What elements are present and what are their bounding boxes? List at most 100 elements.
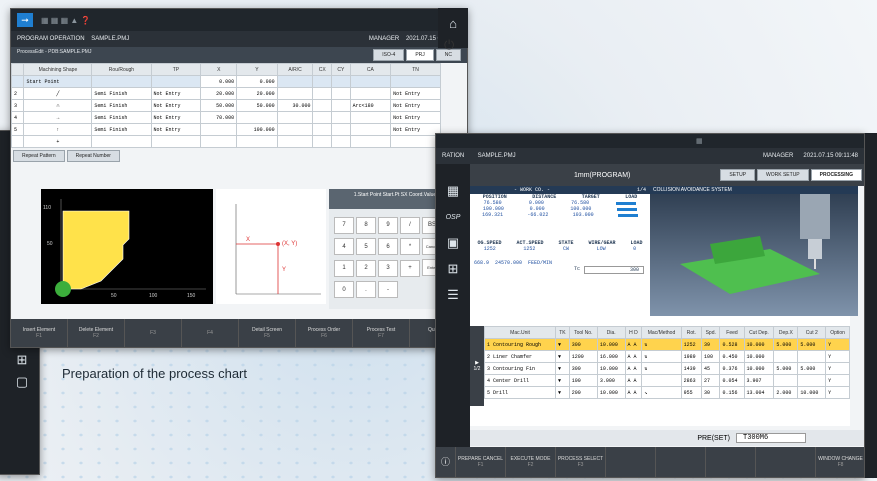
osp-icon[interactable]: OSP — [440, 206, 466, 228]
screen-icon[interactable]: ▦ — [440, 180, 466, 202]
pre-set-value[interactable]: T300M6 — [736, 433, 806, 443]
machine-3d-view — [680, 194, 830, 294]
row-x[interactable]: 70.000 — [200, 111, 238, 124]
list-icon[interactable]: ☰ — [440, 284, 466, 306]
line-icon: ╱ — [23, 87, 93, 100]
dist-value: -66.022 — [527, 212, 549, 218]
collision-avoidance-view: COLLISION AVOIDANCE SYSTEM — [650, 186, 858, 316]
table-row[interactable]: + — [11, 135, 441, 148]
plus-box-icon[interactable]: ⊞ — [9, 349, 35, 371]
table-row[interactable]: 4 Center Drill ▼ 100 3.000 A A 2863 27 0.054 3.9… — [483, 374, 850, 387]
window-change-button[interactable]: WINDOW CHANGE F8 — [816, 447, 864, 477]
y-tick-110: 110 — [43, 205, 51, 211]
add-screen-icon[interactable]: ⊞ — [440, 258, 466, 280]
key-1[interactable]: 1 — [334, 259, 354, 277]
col-method: Mac/Method — [641, 326, 682, 339]
row-arc[interactable]: 30.000 — [276, 99, 314, 112]
row-x[interactable] — [200, 123, 238, 136]
key-multiply[interactable]: * — [400, 238, 420, 255]
process-select-button[interactable]: PROCESS SELECT F3 — [556, 447, 606, 477]
key-dot[interactable]: . — [356, 281, 376, 298]
repeat-number-button[interactable]: Repeat Number — [66, 150, 120, 162]
key-0[interactable]: 0 — [334, 281, 354, 298]
key-3[interactable]: 3 — [378, 259, 398, 277]
table-row[interactable]: 2 ╱ Semi Finish Not Entry 20.000 20.000 … — [11, 87, 441, 100]
row-cy — [331, 75, 351, 88]
row-ca — [349, 123, 392, 136]
col-tool-no: Tool No. — [568, 326, 598, 339]
tab-iso[interactable]: ISO-4 — [373, 49, 405, 61]
process-test-button[interactable]: Process Test F7 — [353, 319, 410, 347]
screen-title: PROGRAM OPERATION — [17, 36, 85, 42]
vertical-line-icon: ↑ — [23, 123, 93, 136]
tab-prj[interactable]: PRJ — [406, 49, 434, 61]
col-y: Y — [236, 63, 278, 76]
key-divide[interactable]: / — [400, 216, 420, 234]
process-order-button[interactable]: Process Order F6 — [296, 319, 353, 347]
f6-button[interactable] — [706, 447, 756, 477]
tab-work-setup[interactable]: WORK SETUP — [757, 169, 809, 181]
x-tick-50: 50 — [111, 293, 117, 299]
tab-setup[interactable]: SETUP — [720, 169, 756, 181]
option-icon: Y — [825, 362, 850, 375]
process-bar: ProcessEdit - PDB:SAMPLE.PMJ ISO-4 PRJ N… — [11, 47, 467, 63]
method-icon: ⇅ — [641, 362, 682, 375]
row-y[interactable]: 20.000 — [236, 87, 278, 100]
f5-button[interactable] — [656, 447, 706, 477]
f7-button[interactable] — [756, 447, 816, 477]
add-icon[interactable]: + — [23, 135, 93, 148]
row-rough: Semi Finish — [91, 123, 152, 136]
table-row[interactable]: 5 ↑ Semi Finish Not Entry 100.000 Not En… — [11, 123, 441, 136]
row-y[interactable]: 100.000 — [236, 123, 278, 136]
detail-screen-button[interactable]: Detail Screen F5 — [239, 319, 296, 347]
key-4[interactable]: 4 — [334, 238, 354, 255]
table-row[interactable]: 1 Contouring Rough ▼ 300 10.000 A A ⇅ 1252 39 0.… — [483, 338, 850, 351]
info-icon[interactable]: ⓘ — [436, 447, 456, 477]
insert-element-button[interactable]: Insert Element F1 — [11, 319, 68, 347]
prepare-cancel-button[interactable]: PREPARE CANCEL F1 — [456, 447, 506, 477]
key-minus[interactable]: - — [378, 281, 398, 298]
state: CW — [562, 246, 569, 252]
key-plus[interactable]: + — [400, 259, 420, 277]
table-row[interactable]: 3 ∩ Semi Finish Not Entry 50.000 50.000 … — [11, 99, 441, 112]
wire-gear: LOW — [596, 246, 606, 252]
tool-icon[interactable]: ▣ — [440, 232, 466, 254]
key-8[interactable]: 8 — [356, 216, 376, 234]
repeat-pattern-button[interactable]: Repeat Pattern — [13, 150, 65, 162]
row-x[interactable]: 50.000 — [200, 99, 238, 112]
shape-svg — [55, 199, 206, 297]
tab-processing[interactable]: PROCESSING — [810, 169, 862, 181]
window-icon[interactable]: ▢ — [9, 371, 35, 393]
table-row[interactable]: 4 → Semi Finish Not Entry 70.000 Not Ent… — [11, 111, 441, 124]
key-2[interactable]: 2 — [356, 259, 376, 277]
program-name: 1mm(PROGRAM) — [574, 171, 631, 179]
execute-mode-button[interactable]: EXECUTE MODE F2 — [506, 447, 556, 477]
row-y[interactable] — [236, 111, 278, 124]
home-icon[interactable]: ⌂ — [440, 12, 466, 34]
key-9[interactable]: 9 — [378, 216, 398, 234]
delete-element-button[interactable]: Delete Element F2 — [68, 319, 125, 347]
row-x[interactable]: 0.000 — [200, 75, 238, 88]
process-table: Machining Shape Rou/Rough TP X Y A/R/C C… — [11, 63, 441, 148]
f4-button[interactable]: F4 — [182, 319, 239, 347]
power-icon[interactable]: ⏻ — [444, 37, 454, 53]
table-row[interactable]: 3 Contouring Fin ▼ 300 10.000 A A ⇅ 1439 45 0.37… — [483, 362, 850, 375]
f3-button[interactable]: F3 — [125, 319, 182, 347]
row-y[interactable]: 50.000 — [236, 99, 278, 112]
row-x[interactable]: 20.000 — [200, 87, 238, 100]
table-row[interactable]: 5 Drill ▼ 200 10.000 A A ↘ 955 30 0.156 13.004 2.0… — [483, 386, 850, 399]
key-6[interactable]: 6 — [378, 238, 398, 255]
exit-icon[interactable]: ➞ — [17, 13, 33, 27]
col-rough: Rou/Rough — [91, 63, 152, 76]
program-bar: 1mm(PROGRAM) SETUP WORK SETUP PROCESSING — [470, 164, 864, 186]
col-dep-x: Dep.X — [773, 326, 799, 339]
row-y[interactable]: 0.000 — [236, 75, 278, 88]
table-row[interactable]: Start Point 0.000 0.000 — [11, 75, 441, 88]
row-cy — [331, 87, 351, 100]
horizontal-line-icon: → — [23, 111, 93, 124]
key-7[interactable]: 7 — [334, 216, 354, 234]
table-row[interactable]: 2 Liner Chamfer ▼ 1200 16.000 A A ⇅ 1989 100 0.4… — [483, 350, 850, 363]
key-5[interactable]: 5 — [356, 238, 376, 255]
f4-button[interactable] — [606, 447, 656, 477]
option-icon: Y — [825, 338, 850, 351]
